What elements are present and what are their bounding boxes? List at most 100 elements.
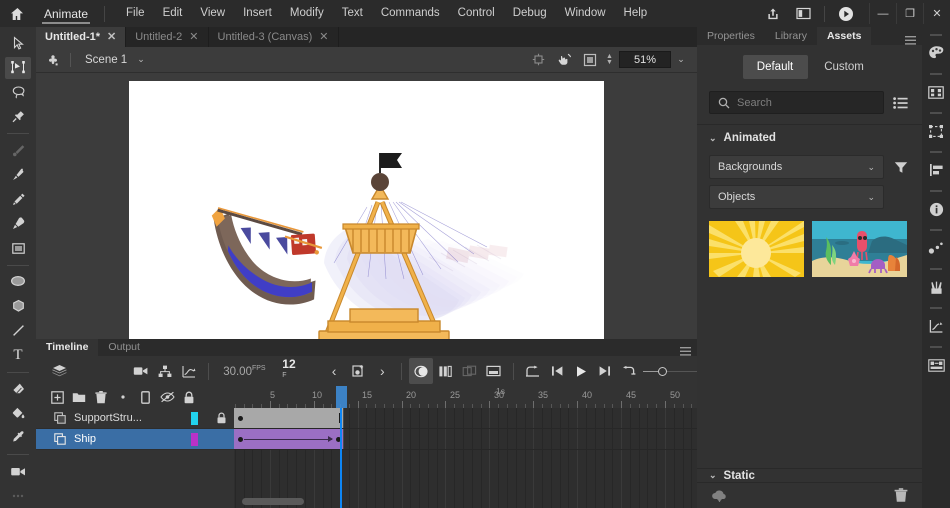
keyframe-marker[interactable] <box>238 416 243 421</box>
timeline-horizontal-scrollbar[interactable] <box>234 498 697 505</box>
zoom-stepper[interactable]: ▲ ▼ <box>604 53 615 66</box>
frame-row-ship[interactable] <box>234 429 697 450</box>
menu-item-edit[interactable]: Edit <box>154 0 192 27</box>
zoom-input[interactable]: 51% <box>619 51 671 68</box>
frame-span-static[interactable] <box>234 408 344 428</box>
camera-tool[interactable] <box>5 460 31 483</box>
current-frame-value[interactable]: 12 F <box>282 357 301 385</box>
chevron-down-icon[interactable]: ⌄ <box>137 54 145 65</box>
previous-keyframe-button[interactable]: ‹ <box>322 358 346 384</box>
menu-item-insert[interactable]: Insert <box>234 0 281 27</box>
text-tool[interactable]: T <box>5 344 31 367</box>
graph-icon[interactable] <box>924 314 948 338</box>
clip-content-icon[interactable] <box>526 47 550 73</box>
filter-icon[interactable] <box>892 161 910 174</box>
panel-menu-icon[interactable] <box>680 347 697 356</box>
transform-icon[interactable] <box>924 119 948 143</box>
eyedropper-tool[interactable] <box>5 427 31 450</box>
play-button[interactable] <box>569 358 593 384</box>
onion-skin-outlines-button[interactable] <box>433 358 457 384</box>
info-icon[interactable] <box>924 197 948 221</box>
loop-playback-button[interactable] <box>520 358 544 384</box>
fps-value[interactable]: 30.00FPS <box>223 365 265 378</box>
slider-knob[interactable] <box>657 366 667 376</box>
lock-layers-icon[interactable] <box>178 386 200 408</box>
playhead[interactable] <box>340 408 342 508</box>
menu-item-text[interactable]: Text <box>333 0 372 27</box>
layer-row-ship[interactable]: Ship <box>36 429 234 450</box>
menu-item-control[interactable]: Control <box>449 0 504 27</box>
layer-lock-icon[interactable] <box>208 412 234 424</box>
tab-properties[interactable]: Properties <box>697 27 765 45</box>
playhead-head[interactable] <box>336 386 347 408</box>
rotate-canvas-icon[interactable] <box>552 47 576 73</box>
tools-icon[interactable] <box>924 275 948 299</box>
scrollbar-thumb[interactable] <box>242 498 304 505</box>
layer-depth-icon[interactable] <box>47 358 71 384</box>
step-forward-button[interactable] <box>593 358 617 384</box>
more-tools-icon[interactable] <box>5 484 31 507</box>
stage[interactable] <box>129 81 604 339</box>
library-icon[interactable] <box>924 353 948 377</box>
tab-assets[interactable]: Assets <box>816 27 872 45</box>
oval-tool[interactable] <box>5 271 31 294</box>
close-icon[interactable]: ✕ <box>107 31 116 43</box>
segment-default[interactable]: Default <box>742 55 808 79</box>
delete-layer-icon[interactable] <box>90 386 112 408</box>
panel-menu-icon[interactable] <box>905 36 922 45</box>
lasso-tool[interactable] <box>5 81 31 104</box>
list-view-icon[interactable] <box>890 96 910 109</box>
upload-asset-icon[interactable] <box>711 489 728 503</box>
menu-item-debug[interactable]: Debug <box>504 0 556 27</box>
animated-section-header[interactable]: ⌄ Animated <box>697 125 922 151</box>
canvas-area[interactable] <box>36 73 697 339</box>
minimize-button[interactable]: — <box>869 3 896 24</box>
onion-range-slider[interactable] <box>642 366 697 376</box>
chevron-down-icon[interactable]: ⌄ <box>709 470 717 481</box>
layout-icon[interactable] <box>788 0 818 27</box>
menu-item-window[interactable]: Window <box>556 0 615 27</box>
loop-range-button[interactable] <box>617 358 641 384</box>
play-preview-icon[interactable] <box>831 0 861 27</box>
objects-dropdown[interactable]: Objects ⌄ <box>709 185 884 209</box>
modify-onion-markers-button[interactable] <box>481 358 505 384</box>
document-tab-untitled-2[interactable]: Untitled-2 ✕ <box>126 27 209 47</box>
align-icon[interactable] <box>924 158 948 182</box>
free-transform-tool[interactable] <box>5 56 31 80</box>
rectangle-tool[interactable] <box>5 237 31 260</box>
close-icon[interactable]: ✕ <box>319 31 328 43</box>
chevron-down-icon[interactable]: ⌄ <box>709 133 717 144</box>
menu-item-view[interactable]: View <box>191 0 234 27</box>
fit-to-stage-icon[interactable] <box>578 47 602 73</box>
motion-editor-icon[interactable] <box>177 358 201 384</box>
step-back-button[interactable] <box>545 358 569 384</box>
search-input[interactable]: Search <box>709 91 884 114</box>
frame-row-supportstru[interactable] <box>234 408 697 429</box>
onion-skin-button[interactable] <box>409 358 434 384</box>
menu-item-modify[interactable]: Modify <box>281 0 333 27</box>
delete-asset-icon[interactable] <box>894 488 908 503</box>
layer-row-supportstru[interactable]: SupportStru... <box>36 408 234 429</box>
edit-multiple-frames-button[interactable] <box>457 358 481 384</box>
tab-library[interactable]: Library <box>765 27 817 45</box>
width-tool[interactable] <box>5 139 31 162</box>
timeline-ruler[interactable]: 1s 5 10 15 20 25 30 35 40 45 50 <box>234 386 697 408</box>
polystar-tool[interactable] <box>5 295 31 318</box>
layer-parenting-icon[interactable] <box>153 358 177 384</box>
close-icon[interactable]: ✕ <box>189 31 198 43</box>
add-camera-icon[interactable] <box>129 358 153 384</box>
pencil-tool[interactable] <box>5 188 31 211</box>
selection-tool[interactable] <box>5 32 31 55</box>
segment-custom[interactable]: Custom <box>812 55 877 79</box>
edit-scene-icon[interactable] <box>36 47 70 73</box>
home-icon[interactable] <box>0 0 34 27</box>
sunburst-background-thumbnail[interactable] <box>709 221 804 277</box>
new-folder-icon[interactable] <box>68 386 90 408</box>
keyframe-marker[interactable] <box>238 437 243 442</box>
maximize-button[interactable]: ❐ <box>896 3 923 24</box>
menu-item-commands[interactable]: Commands <box>372 0 449 27</box>
paint-bucket-tool[interactable] <box>5 402 31 425</box>
brush-tool[interactable] <box>5 164 31 187</box>
show-outlines-icon[interactable] <box>134 386 156 408</box>
close-button[interactable]: ✕ <box>923 3 950 24</box>
